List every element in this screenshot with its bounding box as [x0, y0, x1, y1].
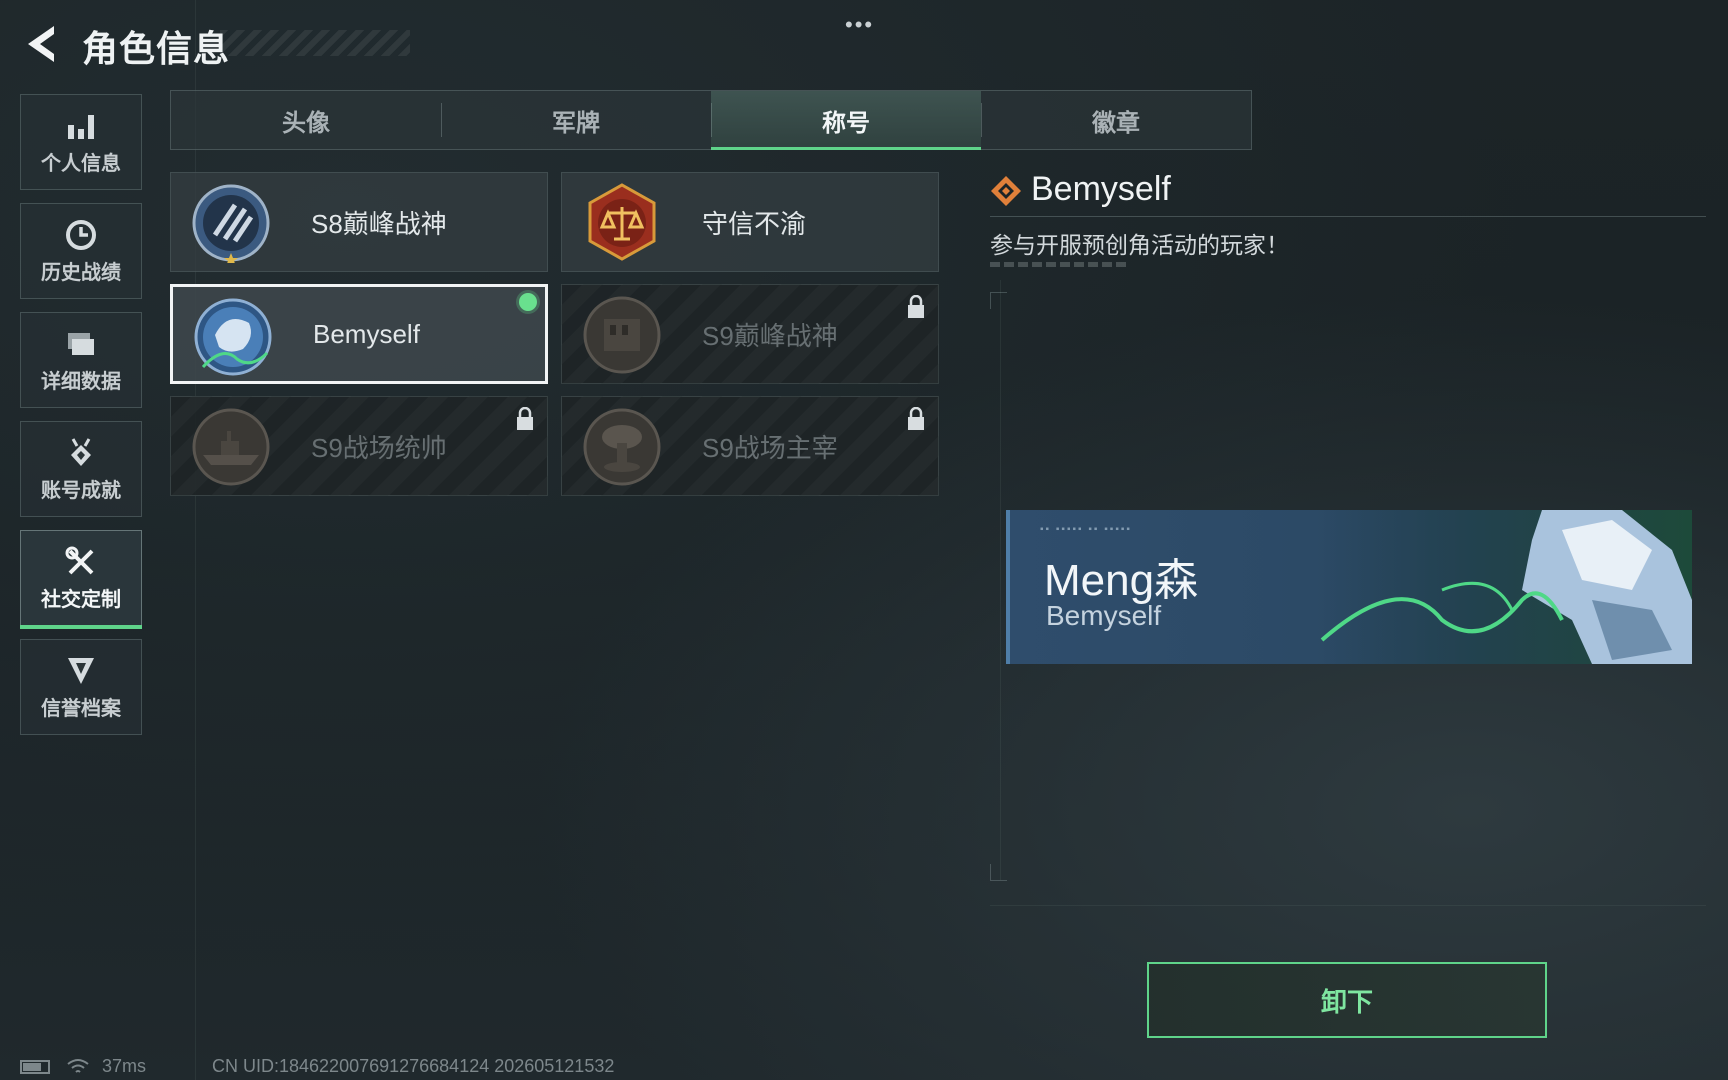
sidebar-item-history[interactable]: 历史战绩	[20, 203, 142, 299]
sidebar-item-social-custom[interactable]: 社交定制	[20, 530, 142, 629]
title-card-s9-dominator[interactable]: S9战场主宰	[561, 396, 939, 496]
title-name: Bemyself	[313, 318, 420, 349]
sidebar-item-label: 详细数据	[41, 371, 121, 393]
mushroom-cloud-badge-icon	[583, 408, 661, 486]
sidebar-item-achievements[interactable]: 账号成就	[20, 421, 142, 517]
sidebar-item-label: 个人信息	[41, 153, 121, 175]
title-card-s9-commander[interactable]: S9战场统帅	[170, 396, 548, 496]
back-arrow-icon	[28, 26, 54, 62]
tools-icon	[65, 546, 94, 575]
battleship-badge-icon	[192, 408, 270, 486]
divider	[990, 216, 1706, 217]
title-card-bemyself[interactable]: Bemyself	[170, 284, 548, 384]
s8-peak-badge-icon	[192, 184, 270, 263]
more-options-icon[interactable]: •••	[845, 12, 874, 38]
category-tabs: 头像 军牌 称号 徽章	[170, 90, 1252, 150]
lock-icon	[517, 407, 533, 430]
title-decoration	[220, 30, 410, 56]
title-card-s9-peak[interactable]: S9巅峰战神	[561, 284, 939, 384]
sidebar-item-reputation[interactable]: 信誉档案	[20, 639, 142, 735]
grid-line	[195, 0, 196, 1080]
title-name: 守信不渝	[702, 208, 807, 239]
description-decoration	[990, 262, 1126, 267]
page-title: 角色信息	[82, 28, 231, 69]
medal-icon	[71, 438, 91, 466]
title-card-keep-faith[interactable]: 守信不渝	[561, 172, 939, 272]
bar-chart-icon	[68, 115, 94, 139]
sidebar-item-detailed-data[interactable]: 详细数据	[20, 312, 142, 408]
sidebar-item-label: 社交定制	[41, 589, 121, 611]
title-name: S9战场统帅	[311, 432, 447, 463]
bemyself-badge-icon	[194, 298, 272, 376]
shield-badge-icon	[68, 658, 94, 684]
frame-corner	[990, 292, 1007, 309]
status-bar: 37ms	[20, 1056, 146, 1077]
user-uid: CN UID:1846220076912766841​24 2026051215…	[212, 1056, 615, 1076]
battery-icon	[20, 1059, 50, 1074]
title-banner-preview: ▪▪ ▪▪▪▪▪ ▪▪ ▪▪▪▪▪ Meng森 Bemyself	[1006, 510, 1692, 664]
back-button[interactable]	[20, 22, 60, 66]
frame-corner	[990, 864, 1007, 881]
wifi-icon	[67, 1058, 89, 1073]
title-card-s8-peak[interactable]: S8巅峰战神	[170, 172, 548, 272]
tab-avatar[interactable]: 头像	[171, 91, 441, 149]
sidebar-item-label: 历史战绩	[41, 262, 121, 284]
banner-title: Bemyself	[1046, 600, 1162, 631]
lock-icon	[908, 295, 924, 318]
s9-peak-badge-icon	[583, 296, 661, 374]
lock-icon	[908, 407, 924, 430]
title-name: S8巅峰战神	[311, 208, 447, 239]
tab-badge[interactable]: 徽章	[981, 91, 1251, 149]
equipped-indicator	[519, 293, 537, 311]
sidebar-item-label: 信誉档案	[41, 698, 121, 720]
banner-nickname: Meng森	[1044, 556, 1199, 605]
unequip-button[interactable]: 卸下	[1147, 962, 1547, 1038]
title-name: S9战场主宰	[702, 432, 838, 463]
clock-icon	[66, 220, 96, 250]
selected-title-name: Bemyself	[1031, 170, 1171, 208]
folder-icon	[68, 333, 94, 355]
grid-line	[1000, 280, 1001, 880]
scales-badge-icon	[588, 183, 656, 261]
grid-line	[990, 905, 1706, 906]
selected-title-description: 参与开服预创角活动的玩家！	[990, 232, 1289, 258]
sidebar-item-personal-info[interactable]: 个人信息	[20, 94, 142, 190]
sidebar-item-label: 账号成就	[41, 480, 121, 502]
title-diamond-icon	[991, 176, 1021, 206]
ping-value: 37ms	[102, 1056, 147, 1076]
title-name: S9巅峰战神	[702, 320, 838, 351]
soldier-artwork-icon	[1292, 510, 1692, 664]
tab-title[interactable]: 称号	[711, 91, 981, 150]
banner-decoration: ▪▪ ▪▪▪▪▪ ▪▪ ▪▪▪▪▪	[1040, 524, 1132, 535]
tab-dogtag[interactable]: 军牌	[441, 91, 711, 149]
